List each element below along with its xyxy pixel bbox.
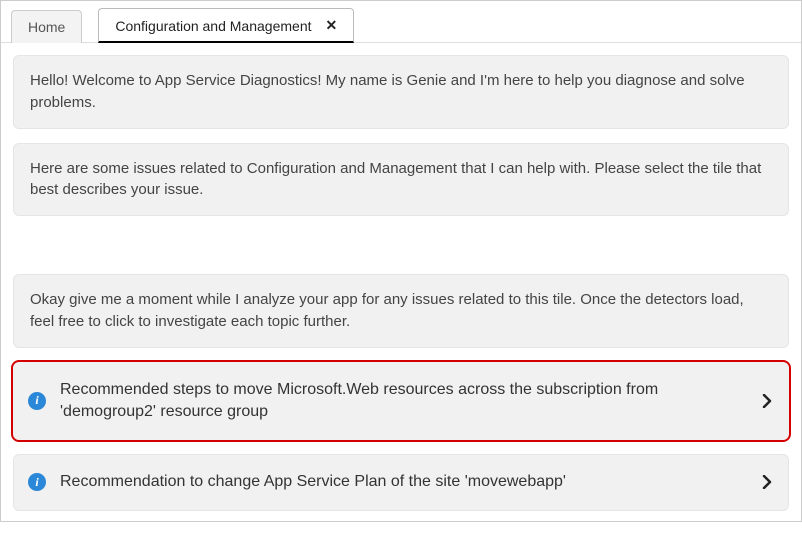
tab-bar: Home Configuration and Management ✕: [1, 1, 801, 43]
detector-move-resources[interactable]: i Recommended steps to move Microsoft.We…: [13, 362, 789, 441]
info-icon: i: [28, 392, 46, 410]
info-icon: i: [28, 473, 46, 491]
chevron-right-icon: [760, 475, 774, 489]
tab-home[interactable]: Home: [11, 10, 82, 43]
chat-bubble-welcome: Hello! Welcome to App Service Diagnostic…: [13, 55, 789, 129]
tab-config-management[interactable]: Configuration and Management ✕: [98, 8, 354, 43]
chat-bubble-issues: Here are some issues related to Configur…: [13, 143, 789, 217]
chevron-right-icon: [760, 394, 774, 408]
chat-bubble-analyzing: Okay give me a moment while I analyze yo…: [13, 274, 789, 348]
detector-title: Recommended steps to move Microsoft.Web …: [60, 379, 746, 424]
tab-label: Configuration and Management: [115, 18, 311, 34]
detector-change-plan[interactable]: i Recommendation to change App Service P…: [13, 454, 789, 510]
detector-title: Recommendation to change App Service Pla…: [60, 471, 746, 493]
close-icon[interactable]: ✕: [326, 17, 338, 34]
content-area: Hello! Welcome to App Service Diagnostic…: [1, 43, 801, 537]
